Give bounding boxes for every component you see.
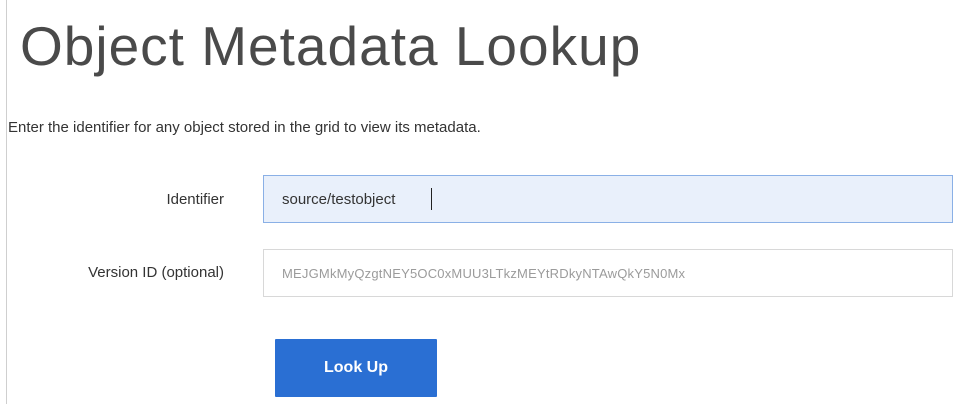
identifier-input[interactable]	[263, 175, 953, 223]
left-divider	[6, 0, 7, 404]
identifier-label: Identifier	[166, 191, 224, 208]
version-id-input[interactable]	[263, 249, 953, 297]
object-metadata-lookup-page: Object Metadata Lookup Enter the identif…	[0, 0, 953, 404]
version-id-label: Version ID (optional)	[88, 264, 224, 281]
look-up-button[interactable]: Look Up	[275, 339, 437, 397]
page-title: Object Metadata Lookup	[20, 15, 642, 77]
intro-text: Enter the identifier for any object stor…	[8, 119, 481, 136]
text-caret	[431, 188, 432, 210]
